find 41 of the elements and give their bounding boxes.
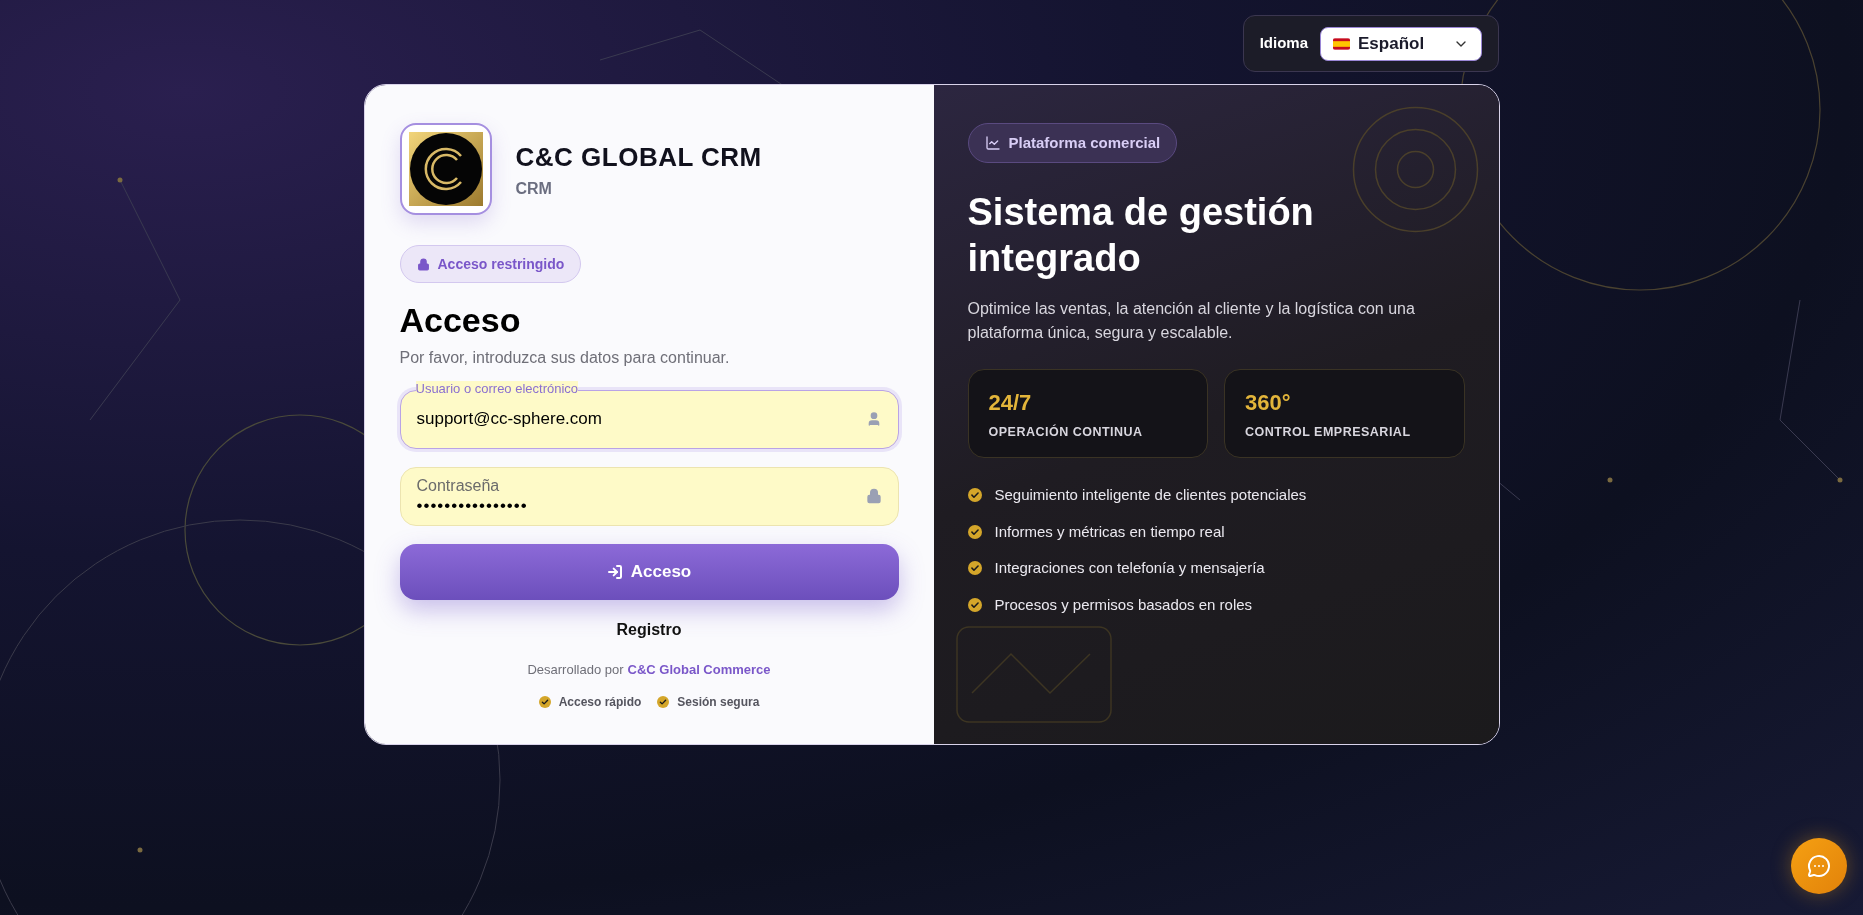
feature-item: Informes y métricas en tiempo real: [994, 521, 1225, 542]
register-link[interactable]: Registro: [616, 617, 682, 642]
platform-badge: Plataforma comercial: [967, 123, 1178, 163]
flag-icon: [1333, 37, 1350, 50]
check-circle-icon: [967, 524, 982, 539]
feature-item: Integraciones con telefonía y mensajería: [994, 558, 1265, 578]
language-select[interactable]: Español: [1320, 26, 1482, 61]
login-icon: [606, 563, 623, 580]
feature-item: Procesos y permisos basados en roles: [994, 594, 1253, 615]
input-text[interactable]: support@cc-sphere.com: [416, 406, 866, 432]
lock-icon: [865, 488, 882, 504]
stat-value: 24/7: [988, 389, 1033, 417]
field-label: Contraseña: [416, 476, 501, 496]
credit-link[interactable]: C&C Global Commerce: [627, 659, 771, 679]
feature-item: Seguimiento inteligente de clientes potenciales: [994, 485, 1307, 505]
login-button[interactable]: Acceso: [399, 543, 899, 600]
input-text[interactable]: ••••••••••••••••: [416, 496, 866, 516]
credit-text: Desarrollado por: [527, 660, 624, 679]
stat-label: OPERACIÓN CONTINUA: [988, 423, 1144, 441]
panel-description: Optimice las ventas, la atención al cliente y la logística con una plataforma única, segura y escalable.: [967, 299, 1416, 343]
stat-label: CONTROL EMPRESARIAL: [1245, 424, 1412, 441]
check-circle-icon: [967, 488, 982, 503]
restricted-access-badge: Acceso restringido: [399, 245, 582, 283]
feature-note: Acceso rápido: [558, 694, 642, 711]
stat-value: 360°: [1245, 389, 1292, 417]
chat-button[interactable]: [1791, 838, 1847, 894]
login-heading: Acceso: [399, 300, 522, 341]
check-circle-icon: [657, 696, 670, 708]
check-circle-icon: [967, 561, 982, 576]
brand-subtitle: CRM: [515, 178, 553, 199]
lock-icon: [416, 257, 430, 271]
brand-name: C&C GLOBAL CRM: [515, 140, 762, 174]
language-label: Idioma: [1259, 33, 1308, 54]
chat-icon: [1807, 854, 1831, 878]
panel-title: Sistema de gestión integrado: [967, 190, 1315, 281]
check-circle-icon: [967, 597, 982, 612]
feature-note: Sesión segura: [677, 694, 760, 711]
chart-icon: [984, 135, 1001, 151]
login-subheading: Por favor, introduzca sus datos para continuar.: [399, 347, 731, 368]
check-circle-icon: [538, 696, 551, 708]
input-field[interactable]: Contraseña ••••••••••••••••: [399, 466, 899, 526]
